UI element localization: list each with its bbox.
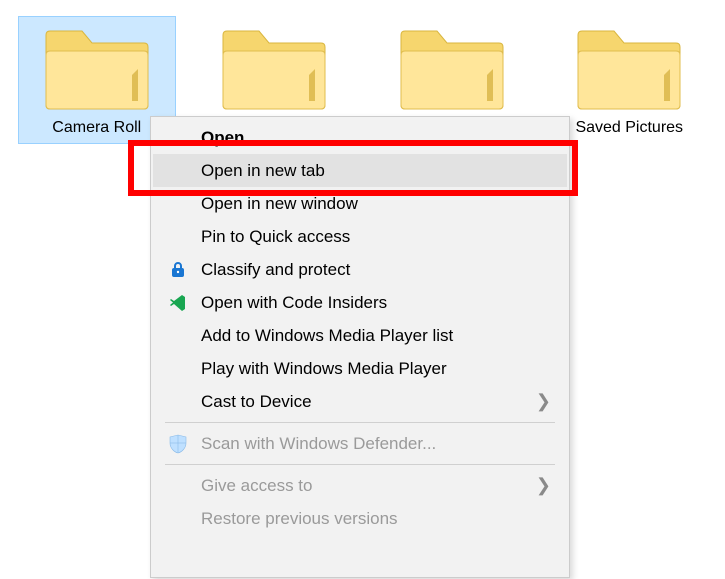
menu-label: Open	[201, 128, 551, 148]
chevron-right-icon: ❯	[536, 391, 551, 412]
blank-icon	[165, 391, 191, 413]
menu-item-code-insiders[interactable]: Open with Code Insiders	[153, 286, 567, 319]
shield-icon	[165, 433, 191, 455]
menu-label: Pin to Quick access	[201, 227, 551, 247]
menu-item-give-access[interactable]: Give access to ❯	[153, 469, 567, 502]
menu-item-cast[interactable]: Cast to Device ❯	[153, 385, 567, 418]
menu-label: Cast to Device	[201, 392, 536, 412]
lock-icon	[165, 259, 191, 281]
menu-item-open-new-window[interactable]: Open in new window	[153, 187, 567, 220]
blank-icon	[165, 508, 191, 530]
menu-item-defender[interactable]: Scan with Windows Defender...	[153, 427, 567, 460]
blank-icon	[165, 193, 191, 215]
blank-icon	[165, 127, 191, 149]
folder-icon	[397, 21, 507, 113]
blank-icon	[165, 358, 191, 380]
menu-label: Play with Windows Media Player	[201, 359, 551, 379]
menu-item-play-wmp[interactable]: Play with Windows Media Player	[153, 352, 567, 385]
menu-item-open-new-tab[interactable]: Open in new tab	[153, 154, 567, 187]
folder-label: Saved Pictures	[575, 119, 683, 137]
folder-icon	[219, 21, 329, 113]
menu-label: Open in new tab	[201, 161, 551, 181]
menu-label: Restore previous versions	[201, 509, 551, 529]
menu-item-add-wmp[interactable]: Add to Windows Media Player list	[153, 319, 567, 352]
folder-item-saved-pictures[interactable]: Saved Pictures	[551, 16, 709, 144]
context-menu: Open Open in new tab Open in new window …	[150, 116, 570, 578]
chevron-right-icon: ❯	[536, 475, 551, 496]
menu-label: Add to Windows Media Player list	[201, 326, 551, 346]
blank-icon	[165, 160, 191, 182]
menu-item-pin-quick-access[interactable]: Pin to Quick access	[153, 220, 567, 253]
menu-separator	[165, 422, 555, 423]
folder-label: Camera Roll	[52, 119, 141, 137]
menu-item-open[interactable]: Open	[153, 121, 567, 154]
blank-icon	[165, 226, 191, 248]
menu-label: Scan with Windows Defender...	[201, 434, 551, 454]
menu-separator	[165, 464, 555, 465]
vscode-insiders-icon	[165, 292, 191, 314]
menu-label: Open in new window	[201, 194, 551, 214]
blank-icon	[165, 475, 191, 497]
menu-label: Classify and protect	[201, 260, 551, 280]
folder-icon	[574, 21, 684, 113]
menu-label: Open with Code Insiders	[201, 293, 551, 313]
menu-item-restore[interactable]: Restore previous versions	[153, 502, 567, 535]
menu-item-classify[interactable]: Classify and protect	[153, 253, 567, 286]
menu-label: Give access to	[201, 476, 536, 496]
blank-icon	[165, 325, 191, 347]
folder-icon	[42, 21, 152, 113]
